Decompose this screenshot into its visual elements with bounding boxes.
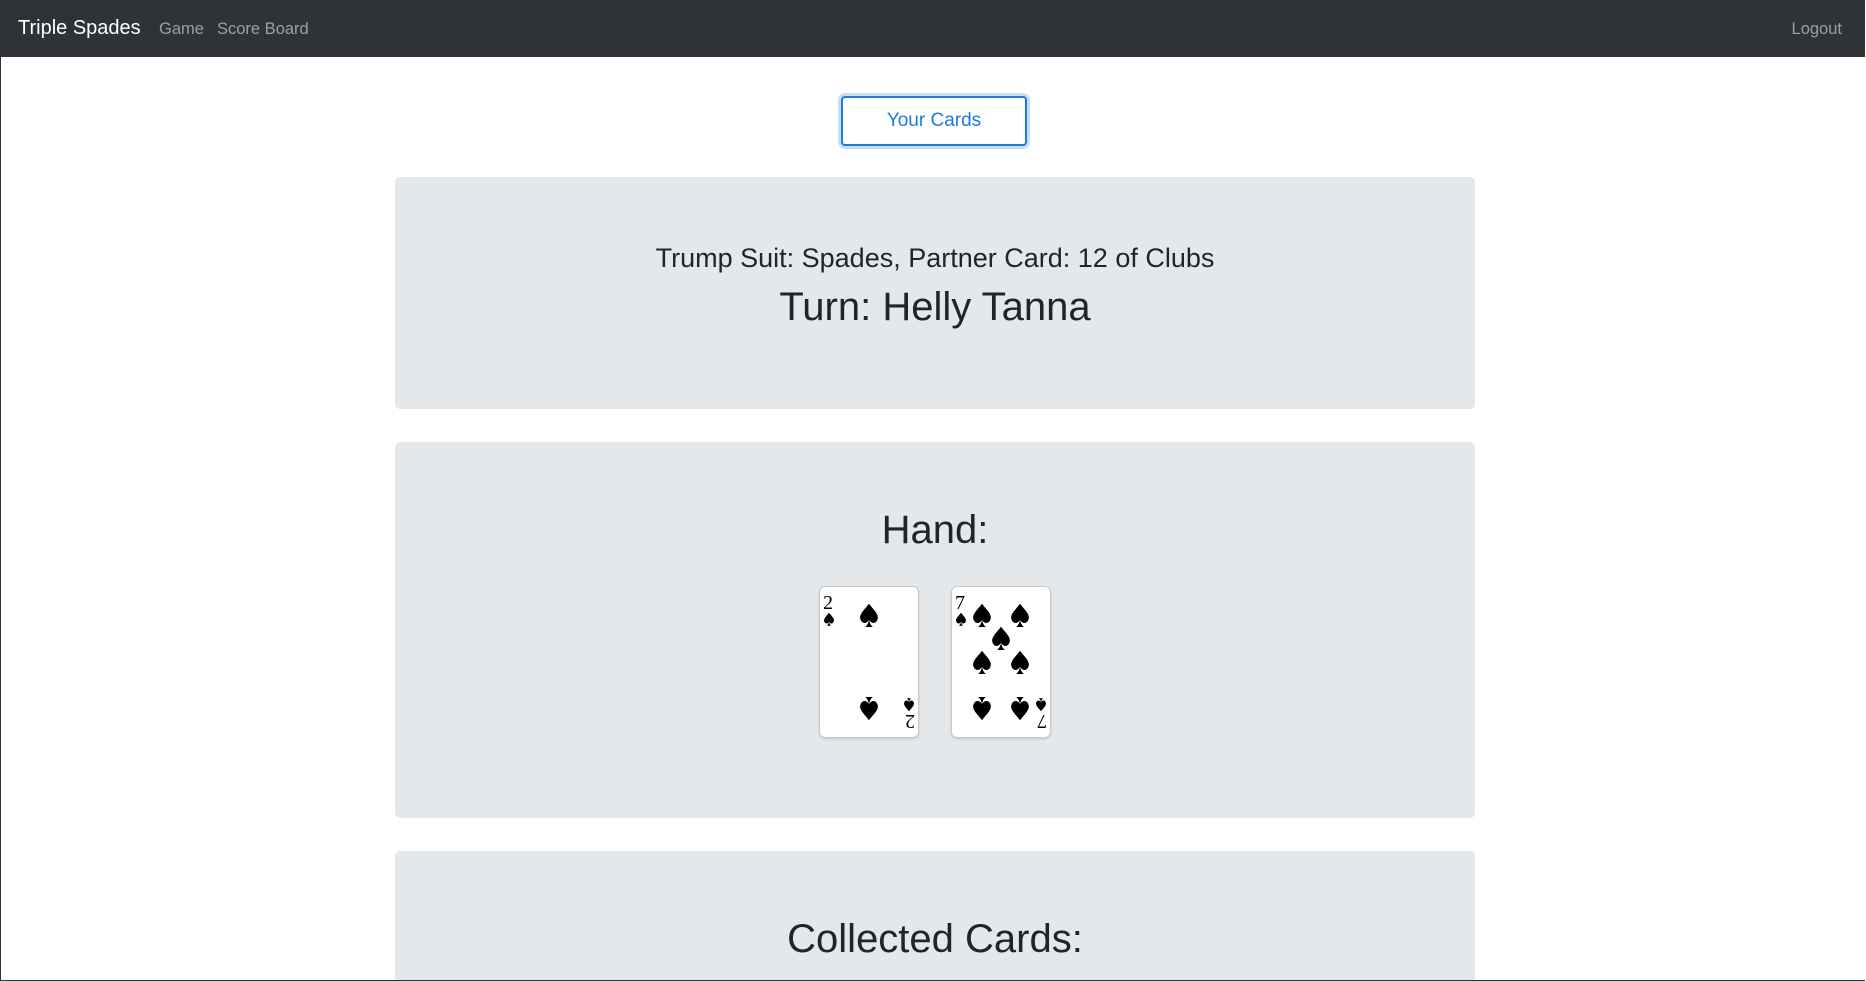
seven-of-spades-card-face: 7 7 [955,592,1047,732]
your-cards-button[interactable]: Your Cards [841,96,1027,146]
trump-partner-text: Trump Suit: Spades, Partner Card: 12 of … [655,243,1215,273]
card-rank-bottom: 2 [905,710,915,732]
two-of-spades-card-face: 2 2 [823,592,915,732]
collected-cards-title: Collected Cards: [787,917,1083,961]
logout-link[interactable]: Logout [1792,20,1842,39]
turn-text: Turn: Helly Tanna [779,285,1091,329]
page: Triple Spades Game Score Board Logout Yo… [0,0,1865,981]
nav-game-link[interactable]: Game [159,20,204,39]
hand-title: Hand: [881,508,989,552]
game-info-panel: Trump Suit: Spades, Partner Card: 12 of … [395,177,1475,409]
brand-link[interactable]: Triple Spades [18,17,141,40]
card-rank-bottom: 7 [1037,710,1047,732]
hand-panel: Hand: 2 2 7 7 [395,442,1475,818]
nav-score-board-link[interactable]: Score Board [217,20,309,39]
card-rank-top: 7 [955,592,965,614]
card-rank-top: 2 [823,592,833,614]
hand-card-7-of-spades[interactable]: 7 7 [951,586,1051,738]
collected-cards-panel: Collected Cards: [395,851,1475,980]
hand-card-2-of-spades[interactable]: 2 2 [819,586,919,738]
top-navbar: Triple Spades Game Score Board Logout [1,0,1865,57]
